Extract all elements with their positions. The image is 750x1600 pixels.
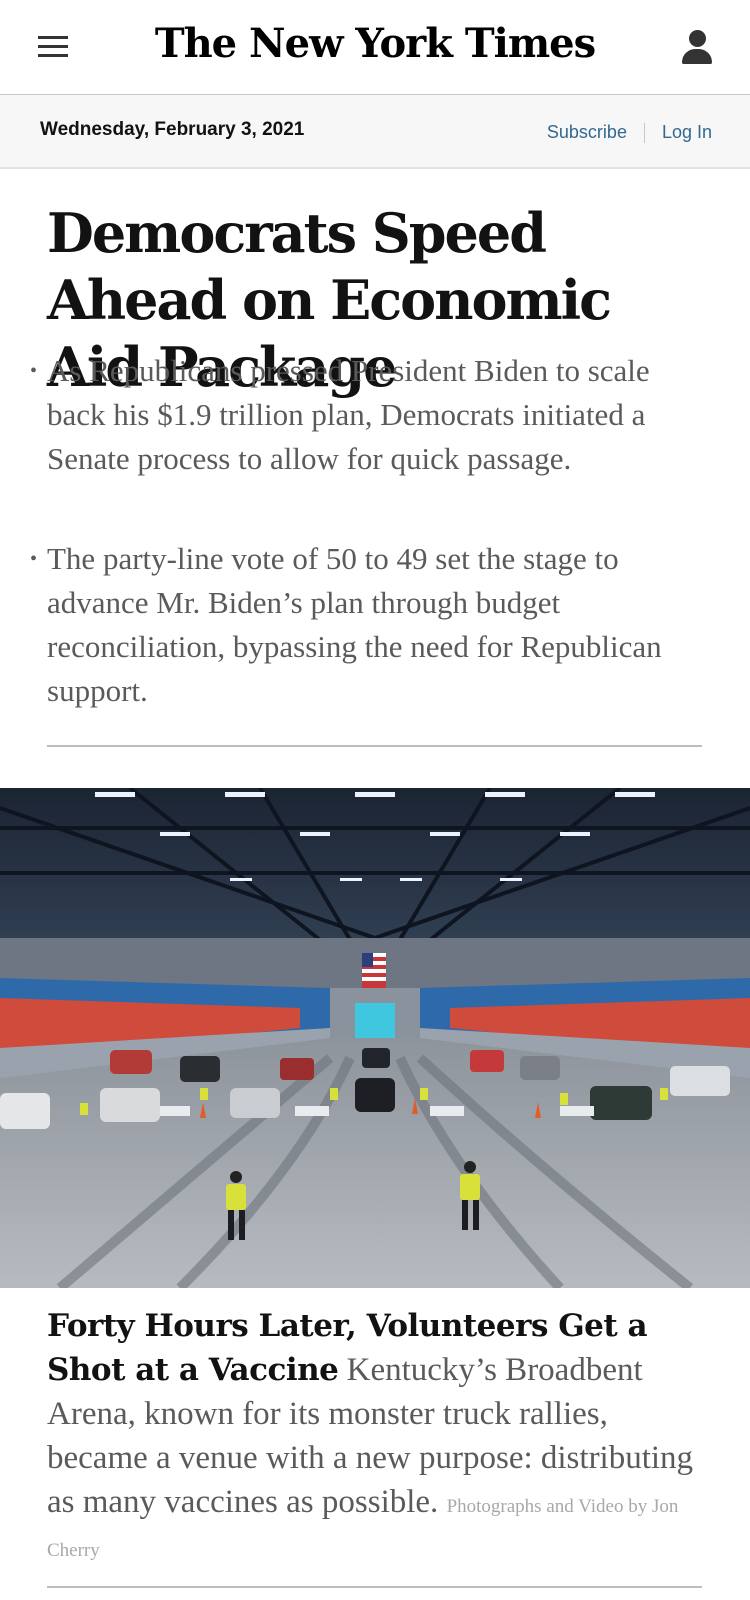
- lead-story-bullet[interactable]: • As Republicans pressed President Biden…: [30, 349, 707, 481]
- current-date: Wednesday, February 3, 2021: [40, 119, 305, 140]
- user-account-icon[interactable]: [681, 30, 713, 66]
- bullet-dot: •: [30, 548, 38, 570]
- bullet-text: As Republicans pressed President Biden t…: [47, 353, 650, 476]
- arena-vaccination-photo[interactable]: [0, 788, 750, 1288]
- account-links: Subscribe Log In: [547, 122, 712, 143]
- lead-story-bullet[interactable]: • The party-line vote of 50 to 49 set th…: [30, 537, 707, 713]
- top-navigation-bar: The New York Times: [0, 0, 750, 95]
- link-divider: [643, 122, 645, 143]
- section-divider: [47, 745, 702, 747]
- subscribe-link[interactable]: Subscribe: [547, 122, 627, 143]
- login-link[interactable]: Log In: [662, 122, 712, 143]
- section-divider: [47, 1586, 702, 1588]
- date-bar: Wednesday, February 3, 2021 Subscribe Lo…: [0, 95, 750, 169]
- arena-photo-illustration: [0, 788, 750, 1288]
- second-story-block[interactable]: Forty Hours Later, Volunteers Get a Shot…: [47, 1304, 707, 1568]
- bullet-text: The party-line vote of 50 to 49 set the …: [47, 541, 662, 708]
- bullet-dot: •: [30, 360, 38, 382]
- nyt-logo[interactable]: The New York Times: [0, 20, 750, 67]
